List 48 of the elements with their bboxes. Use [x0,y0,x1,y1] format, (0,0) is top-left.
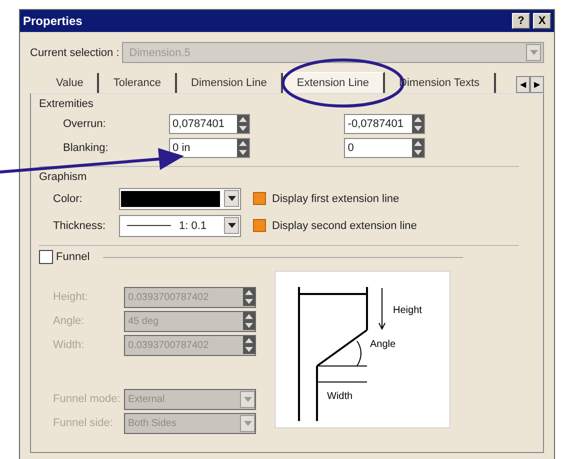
tab[interactable]: Value [42,73,100,93]
checkbox[interactable] [253,192,266,205]
spin-arrows-icon[interactable] [243,336,255,354]
title-bar-button[interactable]: X [533,13,551,29]
checkbox[interactable] [39,250,53,264]
field-label: Funnel side: [52,417,114,429]
caret-icon [228,196,236,201]
checkbox[interactable] [253,219,266,232]
tab[interactable]: Extension Line [282,72,386,93]
window-title: Properties [23,14,82,28]
field-label: Current selection : [30,46,120,58]
field-label: Angle: [52,315,86,327]
caret-icon [244,396,252,402]
caret-icon [530,50,538,55]
field-label: Funnel mode: [52,393,122,405]
spin-field[interactable]: 0 in [168,138,250,158]
checkbox-label: Funnel [56,251,90,263]
spin-arrows-icon[interactable] [243,288,255,306]
group-title: Graphism [39,171,88,183]
field-label: Color: [52,192,84,204]
spin-field[interactable]: 0 [344,138,426,158]
field-label: Thickness: [52,220,107,232]
field-label: Width: [52,339,86,351]
spin-arrows-icon[interactable] [412,139,424,157]
field-label: Blanking: [62,142,110,154]
checkbox-label: Display first extension line [272,192,400,204]
field-label: Height: [52,291,89,303]
spin-arrows-icon[interactable] [412,115,424,133]
dimension-arrow [378,288,386,330]
spin-field[interactable]: -0,0787401 [344,114,426,134]
checkbox-label: Display second extension line [272,220,417,232]
caret-icon [228,223,236,228]
tab[interactable]: Tolerance [99,73,178,93]
tab-scroll-button[interactable]: ▶ [530,76,544,93]
color-dropdown[interactable] [119,188,241,210]
group-title: Extremities [39,98,94,110]
diagram-label: Height [393,305,422,316]
spin-arrows-icon[interactable] [236,139,249,157]
diagram-label: Width [327,391,353,402]
field-label: Overrun: [62,118,107,130]
title-bar-button[interactable]: ? [512,13,530,29]
caret-icon [244,420,252,426]
thickness-dropdown[interactable]: 1: 0.1 [119,214,241,236]
spin-arrows-icon[interactable] [236,115,249,133]
diagram-label: Angle [370,339,396,350]
spin-field[interactable]: 0,0787401 [168,114,250,134]
tab-scroll-button[interactable]: ◀ [516,76,530,93]
spin-arrows-icon[interactable] [243,312,255,330]
